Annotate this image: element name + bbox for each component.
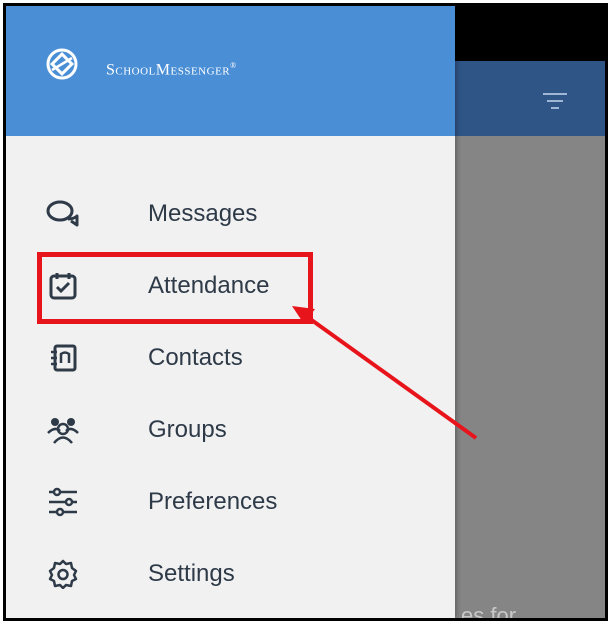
brand-name: SchoolMessenger® [106, 61, 237, 79]
nav-list: Messages Attendance Contacts Groups Pref… [6, 178, 455, 610]
chat-bubbles-icon [46, 197, 80, 231]
nav-item-label: Messages [148, 200, 258, 227]
contact-book-icon [46, 341, 80, 375]
drawer-header: SchoolMessenger® [6, 6, 455, 136]
nav-item-label: Attendance [148, 272, 270, 299]
nav-item-messages[interactable]: Messages [6, 178, 455, 250]
navigation-drawer: SchoolMessenger® Messages Attendance Con… [6, 6, 455, 618]
filter-icon[interactable] [543, 93, 567, 109]
gear-icon [46, 557, 80, 591]
nav-item-label: Contacts [148, 344, 243, 371]
nav-item-contacts[interactable]: Contacts [6, 322, 455, 394]
nav-item-label: Settings [148, 560, 235, 587]
dimmed-content-overlay[interactable] [455, 136, 605, 618]
background-peek-text: es for [461, 603, 517, 621]
nav-item-label: Preferences [148, 488, 278, 515]
group-people-icon [46, 413, 80, 447]
nav-item-preferences[interactable]: Preferences [6, 466, 455, 538]
nav-item-settings[interactable]: Settings [6, 538, 455, 610]
nav-item-label: Groups [148, 416, 227, 443]
nav-item-groups[interactable]: Groups [6, 394, 455, 466]
sliders-icon [46, 485, 80, 519]
calendar-check-icon [46, 269, 80, 303]
schoolmessenger-logo-icon [46, 48, 78, 80]
app-header [455, 61, 605, 136]
status-bar [455, 6, 605, 61]
screenshot-frame: es for SchoolMessenger® Messages Attenda… [3, 3, 608, 621]
nav-item-attendance[interactable]: Attendance [6, 250, 455, 322]
